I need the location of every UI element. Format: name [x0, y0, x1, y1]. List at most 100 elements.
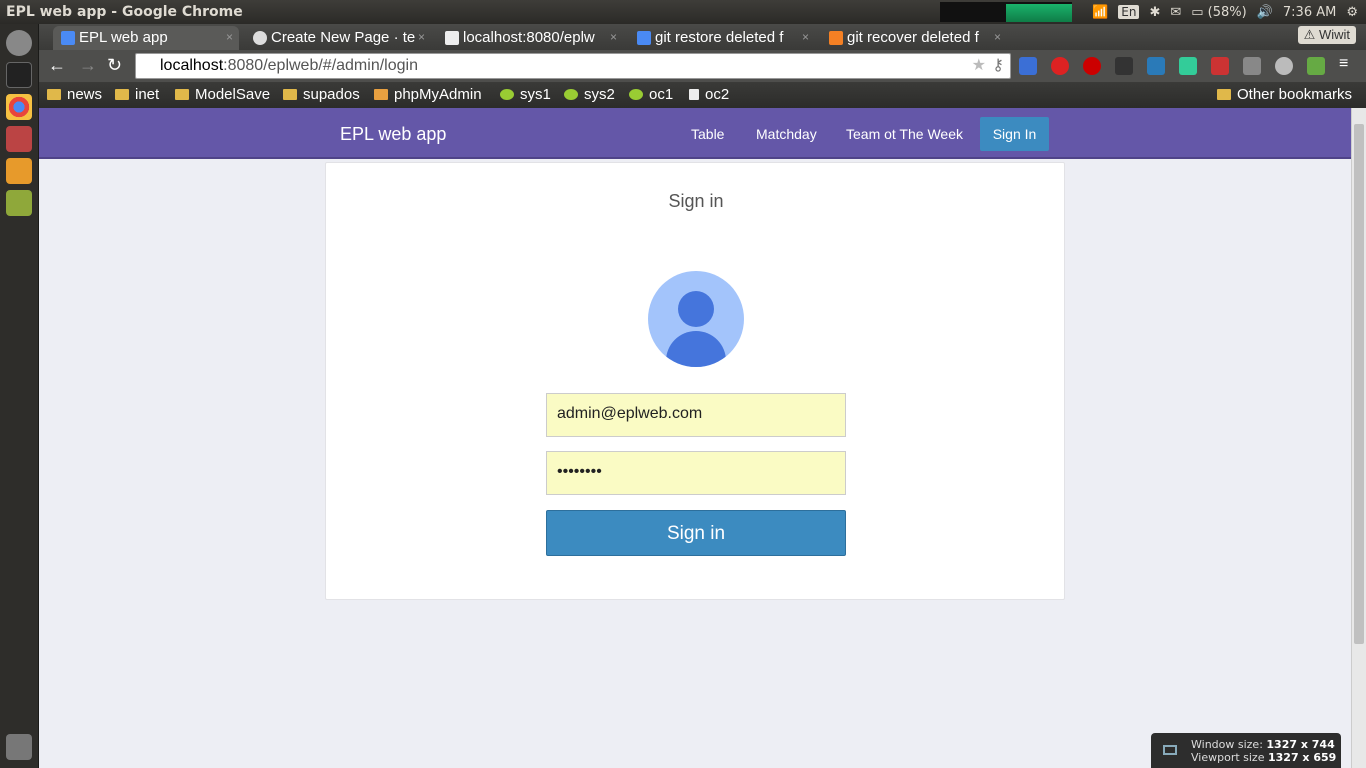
mail-icon[interactable]: ✉ [1170, 5, 1181, 20]
bookmark-oc2[interactable]: oc2 [689, 86, 729, 103]
shield-icon[interactable] [1243, 57, 1261, 75]
bookmark-label: supados [303, 86, 360, 103]
sublime-icon[interactable] [6, 158, 32, 184]
window-title: EPL web app - Google Chrome [6, 4, 243, 20]
nav-team-of-the-week[interactable]: Team ot The Week [846, 126, 963, 142]
system-tray: 📶 En ✱ ✉ ▭ (58%) 🔊 7:36 AM ⚙ [940, 0, 1366, 24]
battery-indicator[interactable]: ▭ (58%) [1191, 5, 1246, 20]
key-icon[interactable]: ⚷ [992, 55, 1004, 75]
bookmark-sys1[interactable]: sys1 [500, 86, 551, 103]
extension-icons: ≡ [1019, 56, 1357, 75]
leaf-icon [500, 89, 514, 100]
page-scrollbar[interactable] [1351, 108, 1366, 768]
bookmark-label: phpMyAdmin [394, 86, 482, 103]
sign-in-button[interactable]: Sign in [546, 510, 846, 556]
stop-icon[interactable] [1051, 57, 1069, 75]
tab-git-restore[interactable]: git restore deleted f × [629, 26, 815, 50]
login-title: Sign in [668, 191, 724, 211]
nav-sign-in[interactable]: Sign In [980, 117, 1049, 151]
github-favicon-icon [253, 31, 267, 45]
other-bookmarks[interactable]: Other bookmarks [1217, 86, 1352, 103]
unity-launcher [0, 24, 39, 768]
tab-localhost[interactable]: localhost:8080/eplw × [437, 26, 623, 50]
login-card: Sign in admin@eplweb.com •••••••• Sign i… [325, 162, 1065, 600]
tab-label: git restore deleted f [655, 29, 784, 46]
tab-label: Create New Page · te [271, 29, 416, 46]
close-tab-icon[interactable]: × [802, 30, 809, 44]
bookmark-label: ModelSave [195, 86, 271, 103]
profile-label: Wiwit [1318, 27, 1350, 42]
close-tab-icon[interactable]: × [418, 30, 425, 44]
tab-epl-web-app[interactable]: EPL web app × [53, 26, 239, 50]
email-field[interactable]: admin@eplweb.com [546, 393, 846, 437]
bookmark-label: oc1 [649, 86, 674, 103]
window-size-value: 1327 x 744 [1266, 738, 1335, 751]
star-icon[interactable]: ★ [972, 55, 986, 75]
tab-label: EPL web app [79, 29, 168, 46]
browser-toolbar: ← → ↻ localhost:8080/eplweb/#/admin/logi… [39, 50, 1366, 82]
bookmark-modelsave[interactable]: ModelSave [175, 86, 270, 103]
window-resizer-icon[interactable] [1147, 57, 1165, 75]
page-favicon-icon [445, 31, 459, 45]
viewport-size-value: 1327 x 659 [1267, 751, 1337, 764]
clock[interactable]: 7:36 AM [1283, 5, 1336, 20]
reload-icon[interactable]: ↻ [107, 55, 122, 76]
back-arrow-icon[interactable]: ← [48, 55, 66, 76]
extension-icon[interactable] [1115, 57, 1133, 75]
close-tab-icon[interactable]: × [994, 30, 1001, 44]
colorzilla-icon[interactable] [1179, 57, 1197, 75]
terminal-icon[interactable] [6, 62, 32, 88]
leaf-icon [564, 89, 578, 100]
password-field[interactable]: •••••••• [546, 451, 846, 495]
page-viewport: EPL web app Table Matchday Team ot The W… [39, 108, 1351, 768]
signal-icon[interactable]: 📶 [1092, 5, 1108, 20]
gear-icon[interactable]: ⚙ [1346, 5, 1358, 20]
tab-label: git recover deleted f [847, 29, 979, 46]
scrollbar-thumb[interactable] [1354, 124, 1364, 644]
app-brand[interactable]: EPL web app [340, 124, 446, 145]
keyboard-layout[interactable]: En [1118, 5, 1140, 19]
bookmark-label: inet [135, 86, 160, 103]
bookmark-supados[interactable]: supados [283, 86, 360, 103]
bookmark-inet[interactable]: inet [115, 86, 159, 103]
adblock-icon[interactable] [1083, 57, 1101, 75]
volume-icon[interactable]: 🔊 [1257, 5, 1273, 20]
google-favicon-icon [61, 31, 75, 45]
close-tab-icon[interactable]: × [226, 30, 233, 44]
app-icon[interactable] [6, 190, 32, 216]
tab-label: localhost:8080/eplw [463, 29, 595, 46]
bookmark-sys2[interactable]: sys2 [564, 86, 615, 103]
bookmark-label: sys1 [520, 86, 551, 103]
close-tab-icon[interactable]: × [610, 30, 617, 44]
page-icon [689, 89, 699, 100]
profile-button[interactable]: ⚠ Wiwit [1297, 26, 1356, 44]
tab-strip: EPL web app × Create New Page · te × loc… [39, 24, 1366, 50]
bookmark-oc1[interactable]: oc1 [629, 86, 673, 103]
url-path: :8080/eplweb/#/admin/login [223, 57, 418, 74]
globe-icon[interactable] [1275, 57, 1293, 75]
files-icon[interactable] [6, 126, 32, 152]
nav-table[interactable]: Table [691, 126, 724, 142]
tab-git-recover[interactable]: git recover deleted f × [821, 26, 1007, 50]
translate-icon[interactable] [1019, 57, 1037, 75]
tab-create-new-page[interactable]: Create New Page · te × [245, 26, 431, 50]
window-size-overlay: Window size: 1327 x 744 Viewport size 13… [1151, 733, 1341, 768]
google-favicon-icon [637, 31, 651, 45]
window-resizer-icon [1163, 745, 1177, 755]
cors-icon[interactable] [1307, 57, 1325, 75]
menu-icon[interactable]: ≡ [1339, 56, 1357, 75]
bookmark-news[interactable]: news [47, 86, 102, 103]
forward-arrow-icon[interactable]: → [79, 55, 97, 76]
spy-icon[interactable] [1211, 57, 1229, 75]
bluetooth-icon[interactable]: ✱ [1149, 5, 1160, 20]
folder-icon [115, 89, 129, 100]
chrome-icon[interactable] [6, 94, 32, 120]
stackoverflow-favicon-icon [829, 31, 843, 45]
bookmark-phpmyadmin[interactable]: phpMyAdmin [374, 86, 482, 103]
bookmark-label: news [67, 86, 103, 103]
system-monitor-graph [940, 2, 1073, 22]
trash-icon[interactable] [6, 734, 32, 760]
address-bar[interactable]: localhost:8080/eplweb/#/admin/login ★ ⚷ [135, 53, 1011, 79]
dash-icon[interactable] [6, 30, 32, 56]
nav-matchday[interactable]: Matchday [756, 126, 817, 142]
